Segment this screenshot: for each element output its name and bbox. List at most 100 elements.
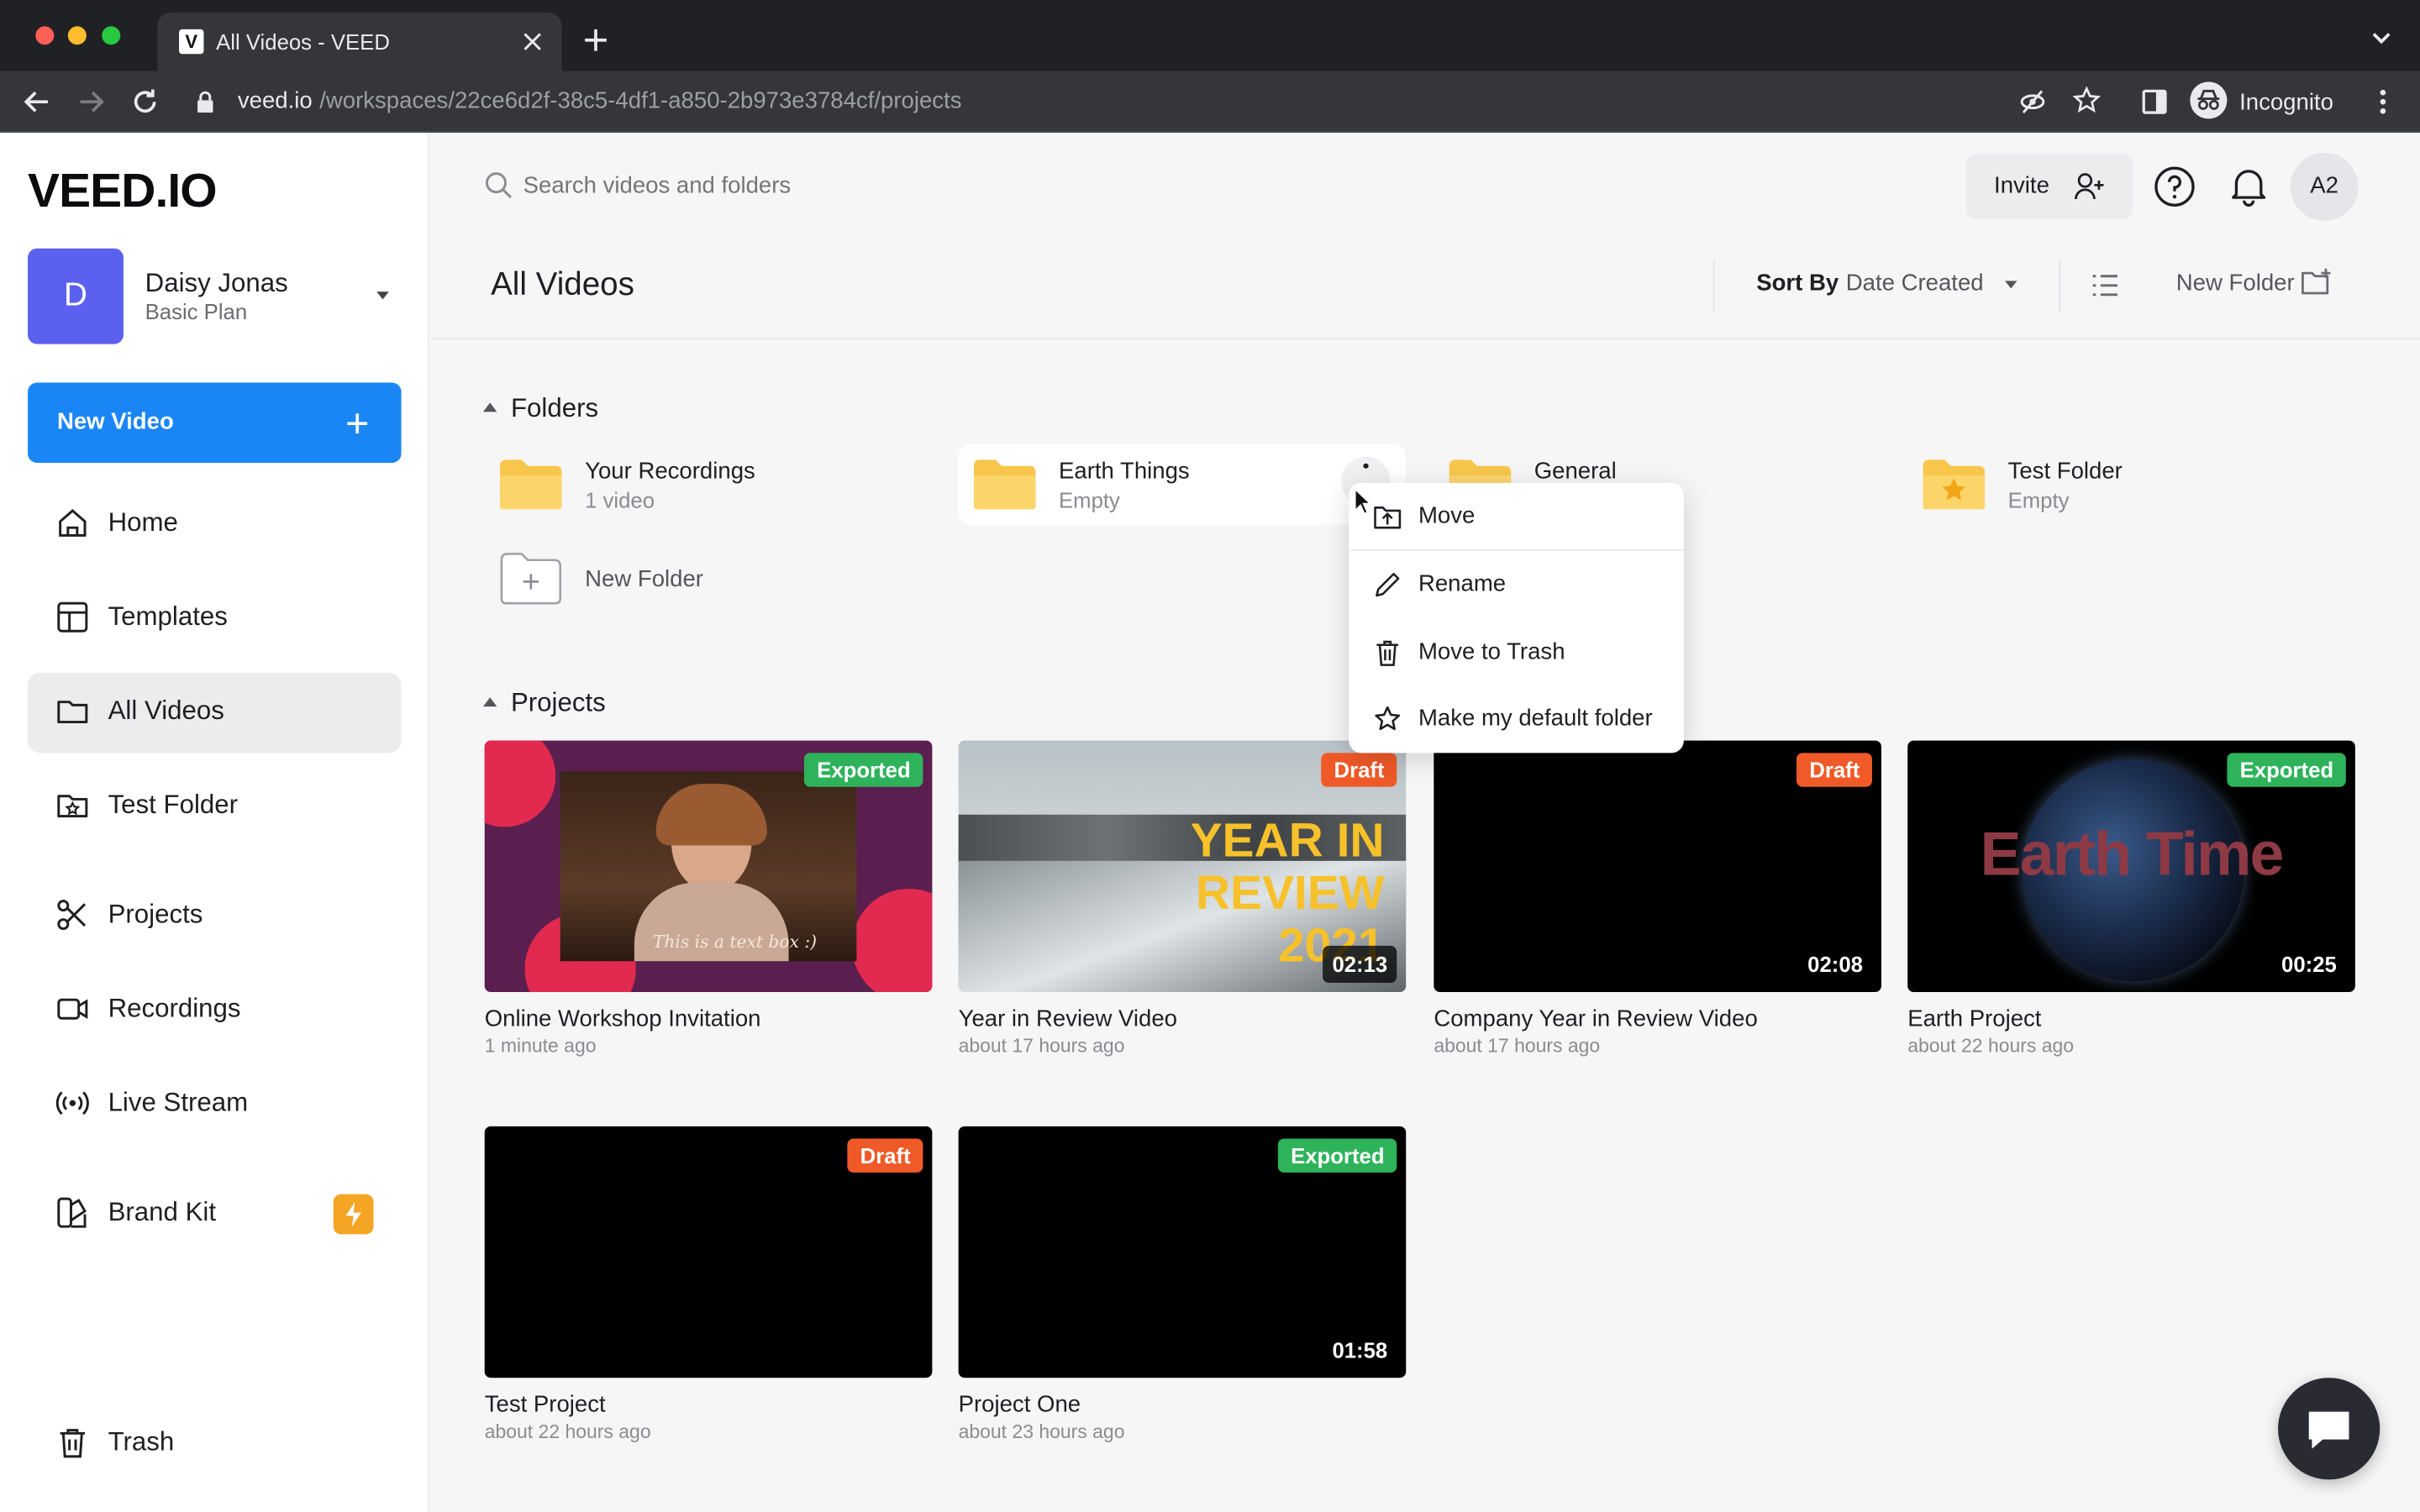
- reload-icon[interactable]: [131, 88, 159, 116]
- sidebar-item-test-folder[interactable]: Test Folder: [28, 767, 401, 848]
- veed-logo[interactable]: VEED.IO: [28, 164, 217, 219]
- project-time: about 23 hours ago: [958, 1420, 1125, 1443]
- incognito-label[interactable]: Incognito: [2239, 90, 2333, 116]
- sidebar-item-recordings[interactable]: Recordings: [28, 970, 401, 1051]
- folder-name: Test Folder: [2007, 458, 2123, 485]
- workspace-switcher[interactable]: D Daisy Jonas Basic Plan: [28, 248, 401, 344]
- trash-icon: [60, 1429, 86, 1458]
- star-icon: [1375, 706, 1401, 731]
- project-time: about 22 hours ago: [484, 1420, 651, 1443]
- status-badge: Exported: [1278, 1138, 1397, 1173]
- folder-earth-things[interactable]: Earth Things Empty: [958, 444, 1407, 525]
- templates-icon: [57, 601, 88, 633]
- project-title: Online Workshop Invitation: [484, 1005, 761, 1032]
- menu-item-label: Move: [1418, 502, 1476, 529]
- project-time: about 17 hours ago: [958, 1035, 1125, 1058]
- menu-item-label: Rename: [1418, 570, 1507, 597]
- sidebar-item-live-stream[interactable]: Live Stream: [28, 1064, 401, 1145]
- sidebar-item-home[interactable]: Home: [28, 485, 401, 565]
- back-arrow-icon[interactable]: [24, 88, 51, 116]
- folder-star-icon: [57, 795, 88, 818]
- maximize-window-button[interactable]: [102, 26, 121, 45]
- bell-icon[interactable]: [2230, 166, 2267, 207]
- new-video-button[interactable]: New Video: [28, 382, 402, 464]
- upgrade-badge: [333, 1194, 374, 1235]
- project-card[interactable]: Earth Time Exported 00:25 Earth Project …: [1907, 740, 2355, 1073]
- project-card[interactable]: This is a text box :) Exported Online Wo…: [484, 740, 933, 1073]
- project-card[interactable]: YEAR IN REVIEW 2021 Draft 02:13 Year in …: [958, 740, 1407, 1073]
- sort-dropdown[interactable]: Sort By Date Created: [1756, 269, 2018, 306]
- project-thumbnail[interactable]: YEAR IN REVIEW 2021 Draft 02:13: [958, 740, 1407, 993]
- trash-icon: [1376, 640, 1399, 666]
- sidebar-item-templates[interactable]: Templates: [28, 579, 401, 659]
- folder-test-folder[interactable]: Test Folder Empty: [1907, 444, 2355, 525]
- video-caption: This is a text box :): [652, 932, 818, 953]
- folders-heading: Folders: [510, 393, 599, 423]
- sidebar-item-brand-kit[interactable]: Brand Kit: [28, 1174, 401, 1255]
- browser-menu-icon[interactable]: [2377, 88, 2390, 116]
- projects-section-toggle[interactable]: Projects: [482, 688, 668, 719]
- new-folder-header-button[interactable]: New Folder: [2176, 267, 2346, 307]
- overlay-line: REVIEW: [1195, 865, 1385, 920]
- folder-meta: Empty: [1058, 487, 1120, 512]
- menu-item-move-to-trash[interactable]: Move to Trash: [1349, 619, 1684, 687]
- status-badge: Exported: [2227, 753, 2346, 787]
- new-folder-tile[interactable]: New Folder: [497, 549, 805, 611]
- veed-favicon-icon: V: [179, 29, 204, 55]
- sidebar-item-label: All Videos: [108, 696, 224, 726]
- sidebar-item-projects[interactable]: Projects: [28, 876, 401, 957]
- tab-search-chevron-icon[interactable]: [2370, 31, 2392, 46]
- chat-support-button[interactable]: [2278, 1378, 2381, 1480]
- status-badge: Draft: [1797, 753, 1872, 787]
- help-icon[interactable]: [2153, 165, 2196, 208]
- url-field[interactable]: veed.io /workspaces/22ce6d2f-38c5-4df1-a…: [181, 81, 2048, 123]
- project-title: Test Project: [484, 1391, 606, 1418]
- eye-slash-icon[interactable]: [2018, 88, 2046, 116]
- project-thumbnail[interactable]: Draft 02:08: [1434, 740, 1881, 993]
- project-thumbnail[interactable]: This is a text box :) Exported: [484, 740, 933, 993]
- project-thumbnail[interactable]: Draft: [484, 1126, 933, 1378]
- duration-badge: 01:58: [1323, 1331, 1397, 1369]
- minimize-window-button[interactable]: [67, 26, 87, 45]
- user-name: Daisy Jonas: [145, 268, 288, 298]
- project-card[interactable]: Draft Test Project about 22 hours ago: [484, 1126, 933, 1458]
- sidebar: VEED.IO D Daisy Jonas Basic Plan New Vid…: [0, 132, 429, 1512]
- sidebar-item-all-videos[interactable]: All Videos: [28, 672, 402, 753]
- side-panel-icon[interactable]: [2141, 88, 2169, 116]
- project-thumbnail[interactable]: Exported 01:58: [958, 1126, 1407, 1378]
- menu-item-rename[interactable]: Rename: [1349, 551, 1684, 619]
- project-thumbnail[interactable]: Earth Time Exported 00:25: [1907, 740, 2355, 993]
- project-title: Project One: [958, 1391, 1081, 1418]
- home-icon: [59, 509, 87, 537]
- project-time: about 17 hours ago: [1434, 1035, 1601, 1058]
- project-card[interactable]: Exported 01:58 Project One about 23 hour…: [958, 1126, 1407, 1458]
- close-tab-icon[interactable]: [522, 31, 544, 53]
- move-folder-icon: [1374, 506, 1402, 529]
- sidebar-item-trash[interactable]: Trash: [28, 1404, 401, 1484]
- project-card[interactable]: Draft 02:08 Company Year in Review Video…: [1434, 740, 1881, 1073]
- folders-section-toggle[interactable]: Folders: [482, 393, 668, 424]
- new-tab-icon[interactable]: [583, 28, 608, 52]
- menu-item-make-default-folder[interactable]: Make my default folder: [1349, 685, 1684, 753]
- browser-tab[interactable]: V All Videos - VEED: [157, 12, 562, 71]
- menu-item-move[interactable]: Move: [1349, 483, 1684, 551]
- close-window-button[interactable]: [35, 26, 55, 45]
- tab-title: All Videos - VEED: [216, 29, 390, 55]
- duration-badge: 00:25: [2272, 945, 2346, 983]
- folder-your-recordings[interactable]: Your Recordings 1 video: [485, 444, 933, 525]
- search-input[interactable]: [523, 163, 1296, 207]
- sidebar-item-label: Projects: [108, 899, 203, 929]
- bookmark-star-icon[interactable]: [2072, 86, 2101, 114]
- invite-button[interactable]: Invite: [1965, 154, 2133, 219]
- overlay-line: YEAR IN: [1190, 812, 1385, 868]
- sidebar-item-label: Recordings: [108, 993, 241, 1023]
- earth-time-overlay: Earth Time: [1980, 821, 2285, 889]
- chevron-down-icon: [376, 291, 389, 300]
- decor-circle: [484, 740, 556, 827]
- list-view-icon[interactable]: [2091, 273, 2119, 297]
- menu-item-label: Make my default folder: [1418, 705, 1653, 732]
- account-avatar[interactable]: A2: [2290, 152, 2359, 221]
- forward-arrow-icon[interactable]: [77, 88, 105, 116]
- chat-icon: [2308, 1411, 2349, 1449]
- more-vertical-icon: [1363, 463, 1369, 469]
